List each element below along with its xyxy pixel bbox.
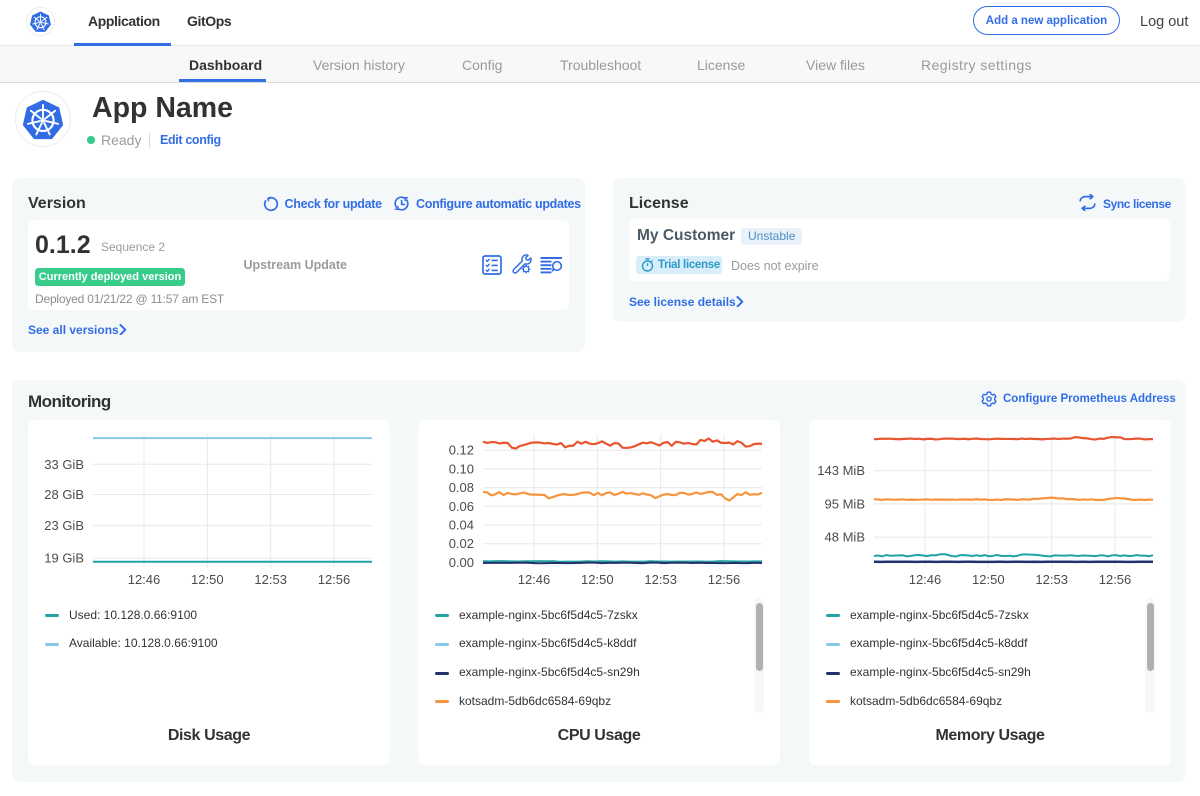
svg-text:0.08: 0.08 bbox=[449, 480, 474, 495]
svg-text:48 MiB: 48 MiB bbox=[825, 530, 865, 545]
svg-text:12:53: 12:53 bbox=[1035, 572, 1068, 587]
svg-text:12:46: 12:46 bbox=[909, 572, 942, 587]
svg-text:23 GiB: 23 GiB bbox=[44, 518, 84, 533]
svg-text:12:53: 12:53 bbox=[644, 572, 677, 587]
svg-text:95 MiB: 95 MiB bbox=[825, 496, 865, 511]
svg-text:12:56: 12:56 bbox=[318, 572, 351, 587]
svg-text:0.04: 0.04 bbox=[449, 518, 474, 533]
svg-text:0.00: 0.00 bbox=[449, 555, 474, 570]
svg-text:0.06: 0.06 bbox=[449, 499, 474, 514]
svg-text:12:50: 12:50 bbox=[972, 572, 1005, 587]
svg-text:19 GiB: 19 GiB bbox=[44, 551, 84, 566]
svg-text:12:50: 12:50 bbox=[581, 572, 614, 587]
svg-text:0.10: 0.10 bbox=[449, 461, 474, 476]
svg-text:28 GiB: 28 GiB bbox=[44, 487, 84, 502]
svg-text:12:53: 12:53 bbox=[254, 572, 287, 587]
svg-text:12:56: 12:56 bbox=[1099, 572, 1132, 587]
svg-text:12:56: 12:56 bbox=[708, 572, 741, 587]
svg-text:12:46: 12:46 bbox=[518, 572, 551, 587]
svg-text:12:46: 12:46 bbox=[128, 572, 161, 587]
svg-text:12:50: 12:50 bbox=[191, 572, 224, 587]
svg-text:0.12: 0.12 bbox=[449, 443, 474, 458]
svg-text:0.02: 0.02 bbox=[449, 536, 474, 551]
svg-text:143 MiB: 143 MiB bbox=[817, 463, 865, 478]
svg-text:33 GiB: 33 GiB bbox=[44, 457, 84, 472]
